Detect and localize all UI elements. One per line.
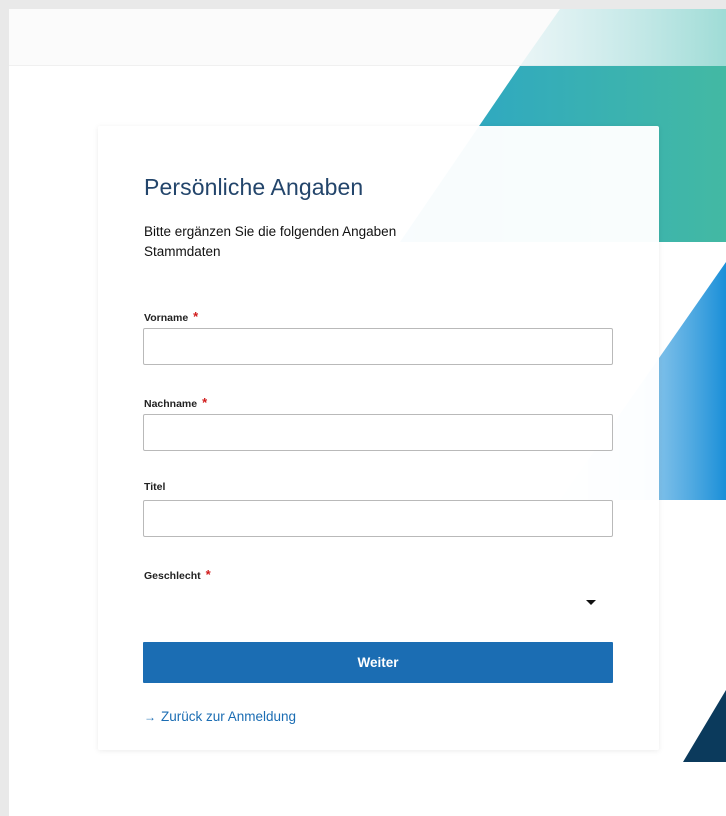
gender-select[interactable] — [143, 584, 613, 620]
subtitle-line-1: Bitte ergänzen Sie die folgenden Angaben — [144, 224, 397, 239]
title-label-text: Titel — [144, 481, 166, 493]
first-name-label: Vorname * — [144, 309, 198, 324]
arrow-right-icon: → — [144, 709, 156, 724]
required-marker: * — [193, 309, 199, 324]
required-marker: * — [205, 567, 211, 582]
title-label: Titel — [144, 481, 165, 493]
first-name-label-text: Vorname — [144, 312, 189, 324]
form-card: Persönliche Angaben Bitte ergänzen Sie d… — [98, 126, 659, 750]
last-name-label-text: Nachname — [144, 398, 198, 410]
first-name-input[interactable] — [143, 328, 613, 365]
back-link-text[interactable]: Zurück zur Anmeldung — [161, 709, 296, 724]
chevron-down-icon[interactable] — [586, 600, 596, 605]
subtitle-line-2: Stammdaten — [144, 244, 221, 259]
back-to-login-link[interactable]: → Zurück zur Anmeldung — [144, 709, 296, 724]
last-name-label: Nachname * — [144, 395, 207, 410]
last-name-input[interactable] — [143, 414, 613, 451]
gender-label: Geschlecht * — [144, 567, 211, 582]
continue-button[interactable]: Weiter — [143, 642, 613, 683]
form-subtitle: Bitte ergänzen Sie die folgenden Angaben… — [144, 222, 396, 262]
page-title: Persönliche Angaben — [144, 174, 364, 200]
title-input[interactable] — [143, 500, 613, 537]
required-marker: * — [202, 395, 208, 410]
top-bar — [9, 9, 726, 66]
gender-label-text: Geschlecht — [144, 570, 201, 582]
